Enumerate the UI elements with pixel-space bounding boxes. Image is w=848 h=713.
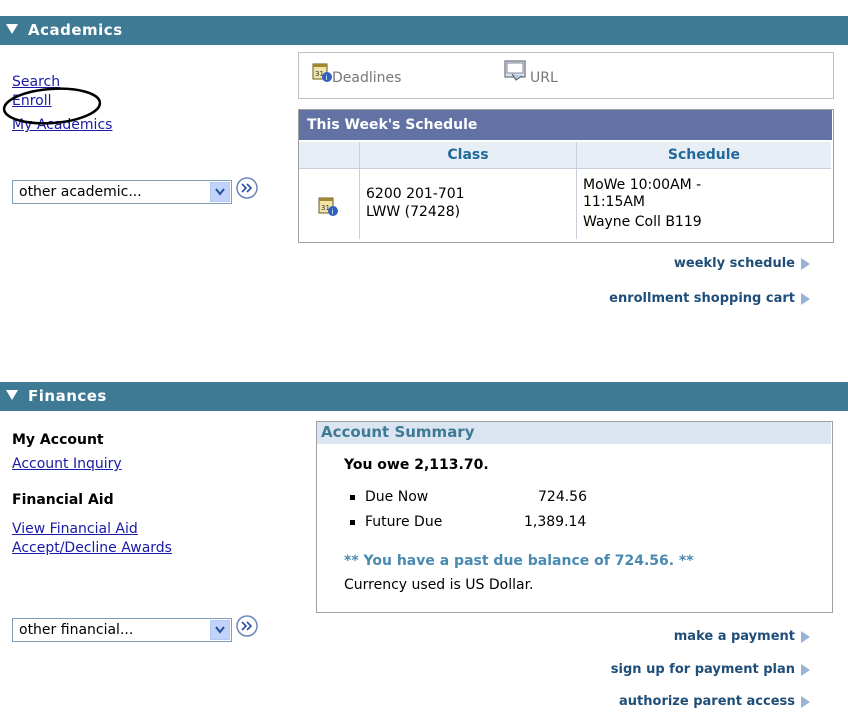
arrow-right-icon: [801, 630, 810, 643]
shopping-cart-link[interactable]: enrollment shopping cart: [609, 291, 810, 306]
future-due-value: 1,389.14: [524, 514, 587, 530]
account-inquiry-link[interactable]: Account Inquiry: [12, 456, 122, 472]
class-col-header: Class: [360, 142, 577, 169]
currency-note: Currency used is US Dollar.: [344, 577, 534, 593]
schedule-line-3: Wayne Coll B119: [583, 214, 702, 230]
annotation-circle-icon: [2, 87, 102, 125]
accept-decline-awards-link[interactable]: Accept/Decline Awards: [12, 540, 172, 556]
weekly-schedule-label: weekly schedule: [673, 256, 795, 271]
account-summary-header: Account Summary: [317, 422, 831, 444]
url-icon[interactable]: [504, 60, 528, 84]
collapse-triangle-icon[interactable]: [6, 24, 18, 34]
amount-owed: You owe 2,113.70.: [344, 457, 489, 473]
calendar-info-icon[interactable]: 31 i: [318, 196, 340, 218]
finances-header[interactable]: Finances: [0, 382, 848, 411]
schedule-icon-col-header: [299, 142, 360, 169]
svg-text:i: i: [332, 208, 334, 216]
payment-plan-label: sign up for payment plan: [610, 662, 795, 677]
weekly-schedule-link[interactable]: weekly schedule: [674, 256, 810, 271]
future-due-row: Future Due: [350, 514, 442, 530]
go-academic-button[interactable]: [236, 177, 258, 199]
authorize-parent-label: authorize parent access: [619, 694, 795, 709]
other-academic-select[interactable]: other academic...: [12, 180, 232, 204]
bullet: [350, 494, 355, 500]
chevron-down-icon[interactable]: [210, 182, 230, 202]
academics-header[interactable]: Academics: [0, 16, 848, 45]
deadlines-tab[interactable]: Deadlines: [332, 70, 401, 86]
bullet: [350, 519, 355, 525]
arrow-right-icon: [801, 695, 810, 708]
make-payment-link[interactable]: make a payment: [674, 629, 810, 644]
chevron-down-icon[interactable]: [210, 620, 230, 640]
schedule-line-2: 11:15AM: [583, 194, 646, 210]
collapse-triangle-icon[interactable]: [6, 390, 18, 400]
schedule-line-1: MoWe 10:00AM -: [583, 177, 702, 193]
authorize-parent-link[interactable]: authorize parent access: [619, 694, 810, 709]
class-line-2: LWW (72428): [366, 204, 461, 220]
shopping-cart-label: enrollment shopping cart: [609, 291, 795, 306]
arrow-right-icon: [801, 292, 810, 305]
due-now-row: Due Now: [350, 489, 428, 505]
schedule-col-header: Schedule: [577, 142, 831, 169]
financial-aid-heading: Financial Aid: [12, 492, 114, 508]
schedule-title: This Week's Schedule: [307, 117, 478, 133]
view-financial-aid-link[interactable]: View Financial Aid: [12, 521, 138, 537]
account-summary-title: Account Summary: [321, 423, 475, 441]
calendar-info-icon[interactable]: 31 i: [312, 62, 334, 84]
my-account-heading: My Account: [12, 432, 104, 448]
other-financial-value: other financial...: [19, 622, 134, 638]
future-due-label: Future Due: [365, 514, 443, 530]
make-payment-label: make a payment: [673, 629, 795, 644]
go-financial-button[interactable]: [236, 615, 258, 637]
due-now-label: Due Now: [365, 489, 429, 505]
url-tab[interactable]: URL: [530, 70, 558, 86]
schedule-title-bar: This Week's Schedule: [299, 110, 832, 140]
due-now-value: 724.56: [538, 489, 587, 505]
svg-text:i: i: [326, 74, 328, 82]
payment-plan-link[interactable]: sign up for payment plan: [611, 662, 810, 677]
academics-title: Academics: [28, 21, 123, 39]
other-academic-value: other academic...: [19, 184, 142, 200]
divider: [359, 169, 360, 239]
class-line-1: 6200 201-701: [366, 186, 465, 202]
past-due-message: ** You have a past due balance of 724.56…: [344, 553, 694, 569]
other-financial-select[interactable]: other financial...: [12, 618, 232, 642]
finances-title: Finances: [28, 387, 107, 405]
divider: [576, 169, 577, 239]
arrow-right-icon: [801, 257, 810, 270]
arrow-right-icon: [801, 663, 810, 676]
